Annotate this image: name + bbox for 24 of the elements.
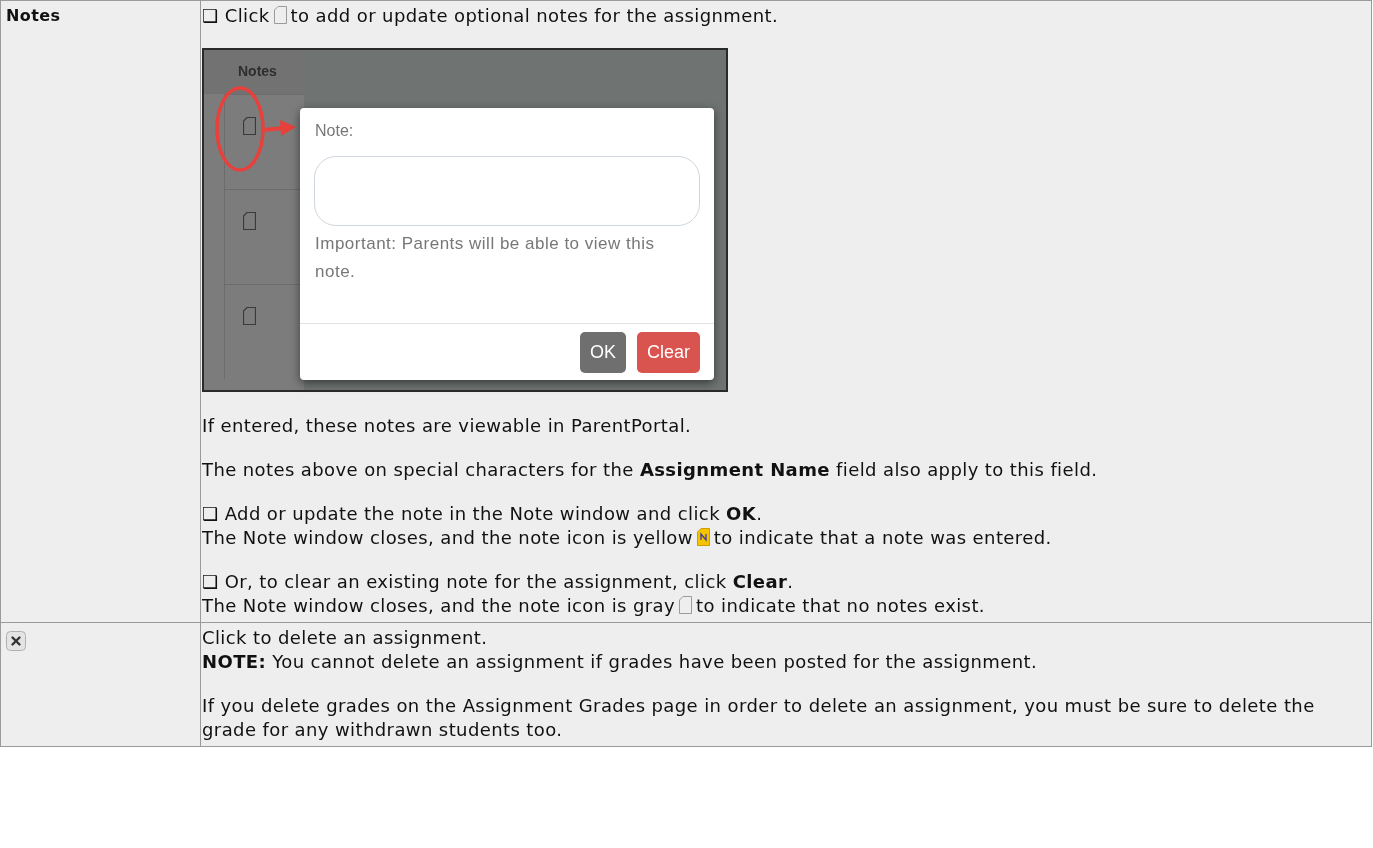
instruction-text: NOTE: You cannot delete an assignment if grades have been posted for the assignment. [202, 650, 1039, 674]
instruction-text: The Note window closes, and the note icon is yellow [202, 526, 693, 550]
delete-icon [6, 631, 26, 651]
note-input-field[interactable] [314, 156, 700, 226]
instruction-text: If entered, these notes are viewable in ParentPortal. [202, 414, 693, 438]
column-header: Notes [204, 50, 304, 94]
instruction-text: The notes above on special characters for the Assignment Name field also apply to this field. [202, 458, 1099, 482]
term-label: Notes [6, 6, 61, 25]
instruction-text: Click to delete an assignment. [202, 626, 489, 650]
hint-text: Important: Parents will be able to view this note. [314, 233, 656, 283]
instruction-text: to add or update optional notes for the assignment. [290, 4, 779, 28]
instruction-text: to indicate that a note was entered. [713, 526, 1052, 550]
instruction-text: The Note window closes, and the note icon is gray [202, 594, 676, 618]
instruction-text: to indicate that no notes exist. [696, 594, 985, 618]
note-icon [243, 117, 256, 135]
instruction-text: ❑ Or, to clear an existing note for the assignment, click Clear. [202, 570, 795, 594]
ok-button[interactable]: OK [579, 331, 626, 373]
instruction-text: If you delete grades on the Assignment Grades page in order to delete an assignment, you must be sure to delete the grade for any withdrawn students too. [202, 694, 1316, 742]
note-label: Note: [314, 121, 355, 140]
note-icon [243, 307, 256, 325]
note-icon [243, 212, 256, 230]
instruction-text: ❑ Add or update the note in the Note window and click OK. [202, 502, 764, 526]
clear-button[interactable]: Clear [637, 331, 700, 373]
instruction-text: ❑ Click [202, 4, 270, 28]
